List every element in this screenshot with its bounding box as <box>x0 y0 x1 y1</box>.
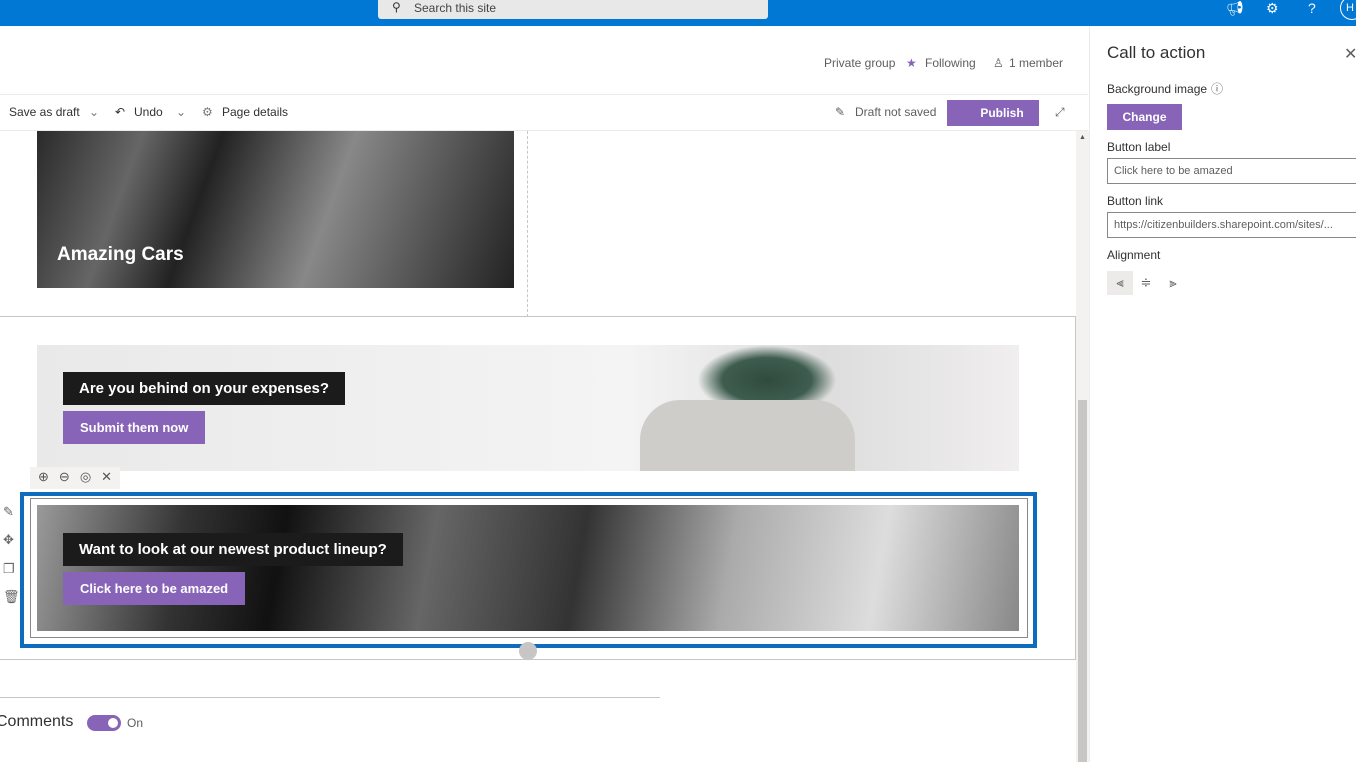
background-label: Background image <box>1107 82 1208 96</box>
align-right-icon[interactable]: ⫸ <box>1160 271 1186 295</box>
person-icon: ♙ <box>993 56 1004 70</box>
publish-button[interactable]: Publish <box>947 100 1039 126</box>
button-label-label: Button label <box>1107 140 1171 154</box>
scroll-up-icon[interactable]: ▲ <box>1079 134 1086 141</box>
group-privacy: Private group <box>824 56 896 70</box>
submit-button[interactable]: Submit them now <box>63 411 206 444</box>
hero-image[interactable]: Amazing Cars <box>37 131 514 288</box>
divider <box>0 697 660 698</box>
search-icon: ⚲ <box>392 0 401 14</box>
chevron-down-icon[interactable]: ⌄ <box>176 105 186 119</box>
search-placeholder: Search this site <box>414 1 497 15</box>
amazed-button[interactable]: Click here to be amazed <box>63 572 246 605</box>
property-pane: Call to action ✕ Background image ⓘ Chan… <box>1089 26 1356 762</box>
comments-label: Comments <box>0 713 74 730</box>
duplicate-icon[interactable]: ❐ <box>3 561 15 577</box>
image-toolbar: ⊕ ⊖ ◎ ✕ <box>30 467 121 489</box>
gear-icon[interactable]: ⚙ <box>1266 0 1279 17</box>
button-link-input[interactable] <box>1107 212 1356 238</box>
gear-icon: ⚙ <box>202 105 213 119</box>
reset-icon[interactable]: ◎ <box>80 469 91 487</box>
cta-expenses <box>37 345 1019 471</box>
chevron-down-icon[interactable]: ⌄ <box>89 105 99 119</box>
members-link[interactable]: 1 member <box>1009 56 1063 70</box>
align-left-icon[interactable]: ⫷ <box>1107 271 1133 295</box>
page-details-button[interactable]: Page details <box>222 105 288 119</box>
publish-label: Publish <box>980 106 1024 120</box>
align-center-icon[interactable]: ≑ <box>1133 271 1159 295</box>
column-divider <box>527 131 528 317</box>
pot-image <box>640 400 855 471</box>
cta-heading: Want to look at our newest product lineu… <box>63 533 403 566</box>
zoom-out-icon[interactable]: ⊖ <box>59 469 70 487</box>
save-draft-button[interactable]: Save as draft <box>9 105 80 119</box>
draft-status: Draft not saved <box>855 105 937 119</box>
add-section-handle[interactable] <box>519 642 537 660</box>
card-title: Amazing Cars <box>57 244 184 265</box>
command-bar: Save as draft ⌄ ↶ Undo ⌄ ⚙ Page details … <box>0 94 1088 131</box>
search-box[interactable]: ⚲ Search this site <box>378 0 768 19</box>
alignment-label: Alignment <box>1107 248 1161 262</box>
cta-heading: Are you behind on your expenses? <box>63 372 346 405</box>
delete-icon[interactable]: 🗑︎ <box>3 589 20 605</box>
close-icon[interactable]: ✕ <box>101 469 112 487</box>
comments-toggle[interactable] <box>87 715 121 731</box>
undo-icon: ↶ <box>115 105 126 119</box>
button-label-input[interactable] <box>1107 158 1356 184</box>
avatar[interactable]: H <box>1340 0 1356 20</box>
edit-icon[interactable]: ✎ <box>3 504 14 520</box>
toggle-state: On <box>127 716 144 730</box>
undo-button[interactable]: Undo <box>134 105 163 119</box>
info-icon[interactable]: ⓘ <box>1211 80 1223 97</box>
star-icon: ★ <box>906 56 917 70</box>
move-icon[interactable]: ✥ <box>3 532 14 548</box>
close-icon[interactable]: ✕ <box>1344 44 1356 64</box>
cta-product-lineup <box>37 505 1019 631</box>
button-link-label: Button link <box>1107 194 1164 208</box>
pane-title: Call to action <box>1107 43 1206 62</box>
change-button[interactable]: Change <box>1107 104 1182 130</box>
megaphone-icon[interactable]: 📢︎ <box>1226 0 1244 17</box>
zoom-in-icon[interactable]: ⊕ <box>38 469 49 487</box>
help-icon[interactable]: ? <box>1308 0 1316 16</box>
expand-icon[interactable]: ⤢ <box>1055 105 1065 120</box>
scrollbar-thumb[interactable] <box>1078 400 1087 762</box>
following-link[interactable]: Following <box>925 56 976 70</box>
top-bar: ⚲ Search this site 📢︎ ⚙ ? H <box>0 0 1356 26</box>
pencil-icon: ✎ <box>835 105 846 119</box>
